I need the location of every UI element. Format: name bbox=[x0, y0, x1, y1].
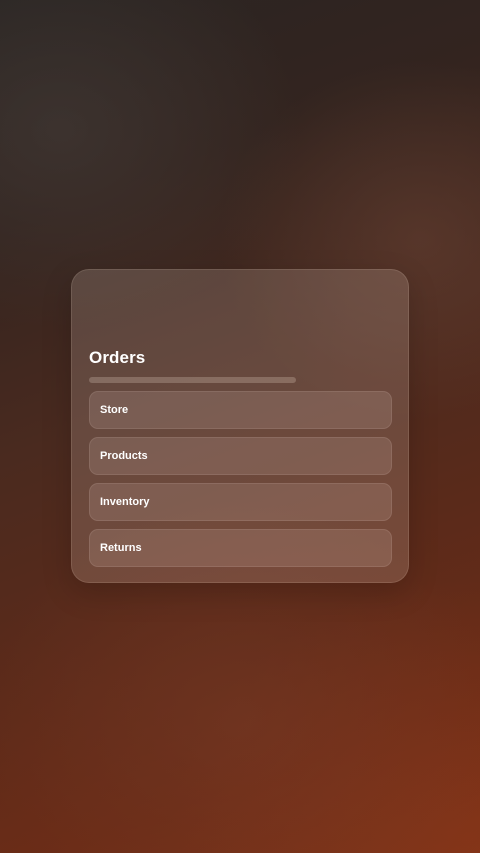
menu-item-label: Inventory bbox=[100, 496, 150, 508]
card-title: Orders bbox=[89, 348, 146, 367]
title-underline-bar bbox=[89, 377, 296, 383]
orders-card: Orders Store Products Inventory Returns bbox=[71, 269, 409, 583]
menu-item-store[interactable]: Store bbox=[89, 391, 392, 429]
menu-item-label: Store bbox=[100, 404, 129, 416]
menu-list: Store Products Inventory Returns bbox=[89, 391, 392, 575]
menu-item-products[interactable]: Products bbox=[89, 437, 392, 475]
menu-item-inventory[interactable]: Inventory bbox=[89, 483, 392, 521]
menu-item-label: Returns bbox=[100, 542, 142, 554]
menu-item-returns[interactable]: Returns bbox=[89, 529, 392, 567]
menu-item-label: Products bbox=[100, 450, 148, 462]
